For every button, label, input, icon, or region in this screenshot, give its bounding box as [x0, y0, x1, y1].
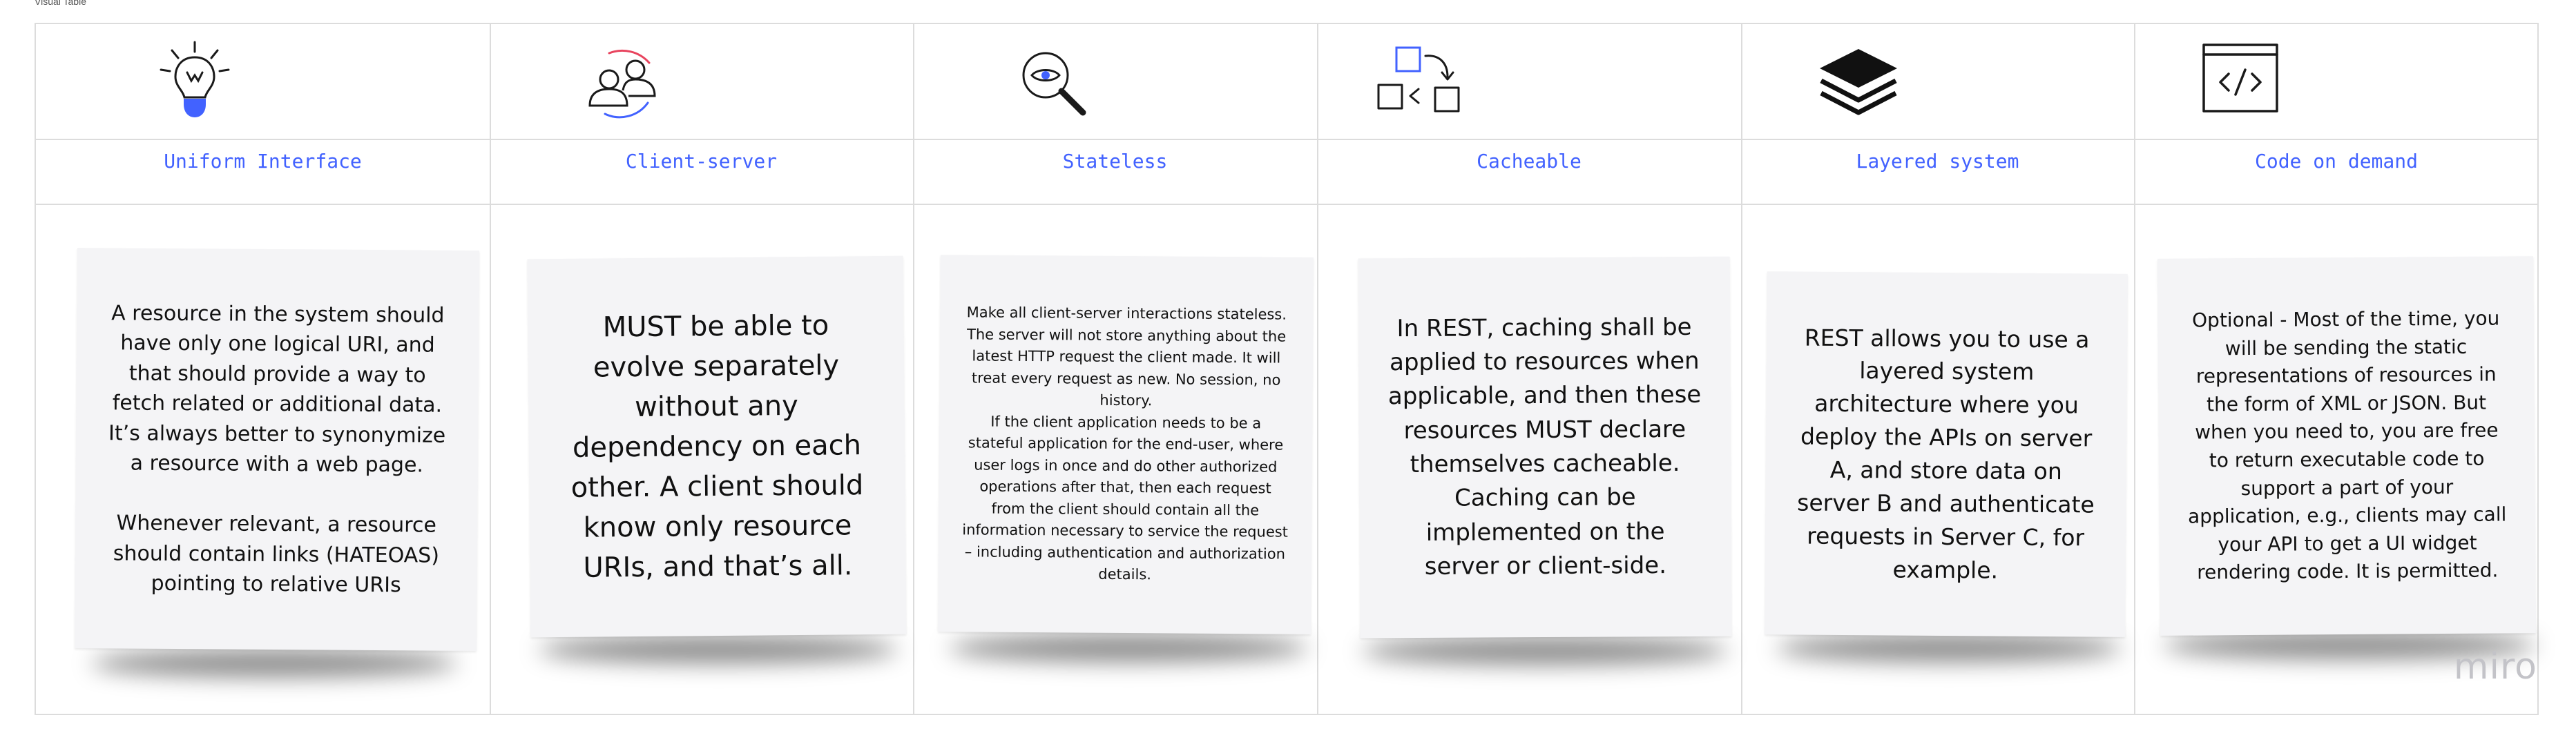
header-stateless: Stateless [1062, 150, 1168, 173]
note-text: A resource in the system should have onl… [108, 300, 446, 598]
sticky-note-shadow [539, 636, 898, 663]
sticky-note-stateless[interactable]: Make all client-server interactions stat… [938, 255, 1314, 634]
header-layered-system: Layered system [1856, 150, 2019, 173]
column-divider-2 [913, 24, 914, 714]
row-divider-headers [36, 204, 2537, 205]
note-text: Optional - Most of the time, you will be… [2187, 306, 2507, 584]
column-divider-5 [2134, 24, 2135, 714]
sticky-note-shadow [949, 634, 1308, 662]
sticky-note-code-on-demand[interactable]: Optional - Most of the time, you will be… [2157, 256, 2536, 636]
note-text: MUST be able to evolve separately withou… [570, 309, 864, 584]
sticky-note-cacheable[interactable]: In REST, caching shall be applied to res… [1358, 256, 1732, 639]
layers-icon [1814, 43, 1904, 126]
cache-squares-icon [1376, 45, 1465, 118]
note-text: Make all client-server interactions stat… [962, 304, 1289, 583]
note-text: In REST, caching shall be applied to res… [1387, 313, 1702, 581]
sticky-note-shadow [1362, 637, 1728, 665]
sticky-note-uniform-interface[interactable]: A resource in the system should have onl… [74, 247, 480, 652]
lightbulb-icon [157, 39, 233, 121]
header-cacheable: Cacheable [1477, 150, 1582, 173]
code-window-icon [2201, 42, 2284, 117]
sticky-note-shadow [91, 650, 457, 677]
sticky-note-client-server[interactable]: MUST be able to evolve separately withou… [527, 255, 907, 638]
magnifier-eye-icon [1017, 46, 1093, 121]
sticky-note-shadow [1776, 634, 2122, 662]
row-divider-icons [36, 139, 2537, 140]
note-text: REST allows you to use a layered system … [1797, 324, 2095, 584]
column-divider-4 [1741, 24, 1742, 714]
visual-table: Uniform Interface Client-server Stateles… [35, 23, 2539, 715]
sticky-note-layered-system[interactable]: REST allows you to use a layered system … [1765, 271, 2128, 637]
header-code-on-demand: Code on demand [2254, 150, 2418, 173]
column-divider-3 [1317, 24, 1318, 714]
column-divider-1 [490, 24, 491, 714]
users-icon [581, 45, 664, 122]
miro-watermark: miro [2453, 646, 2537, 688]
header-client-server: Client-server [625, 150, 778, 173]
header-uniform-interface: Uniform Interface [164, 150, 362, 173]
board-caption: Visual Table [35, 0, 86, 7]
